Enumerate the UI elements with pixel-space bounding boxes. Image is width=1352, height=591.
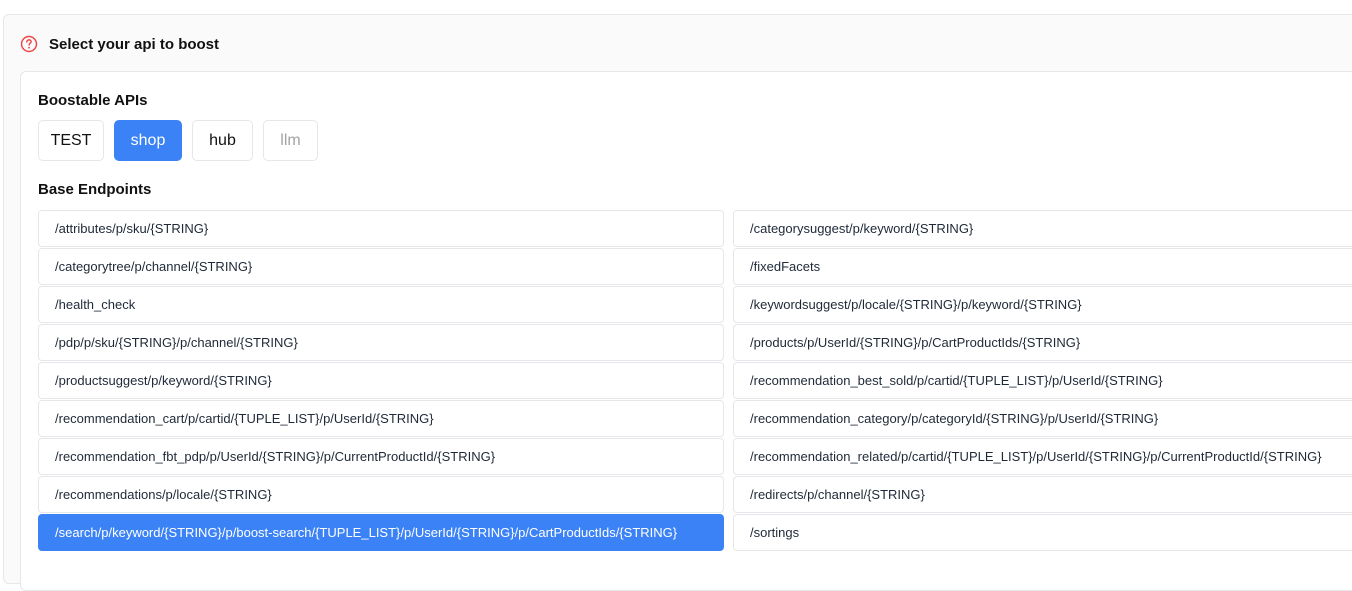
boost-api-card: Select your api to boost Boostable APIs … bbox=[3, 14, 1352, 591]
endpoint-item[interactable]: /health_check bbox=[38, 286, 724, 323]
api-selection-panel: Boostable APIs TEST shop hub llm Base En… bbox=[20, 71, 1352, 591]
endpoint-list: /attributes/p/sku/{STRING} /categorysugg… bbox=[38, 210, 1352, 551]
endpoint-item[interactable]: /productsuggest/p/keyword/{STRING} bbox=[38, 362, 724, 399]
api-button-test[interactable]: TEST bbox=[38, 120, 104, 161]
endpoint-item[interactable]: /products/p/UserId/{STRING}/p/CartProduc… bbox=[733, 324, 1352, 361]
endpoint-item[interactable]: /recommendation_best_sold/p/cartid/{TUPL… bbox=[733, 362, 1352, 399]
endpoint-item[interactable]: /sortings bbox=[733, 514, 1352, 551]
boostable-apis-label: Boostable APIs bbox=[38, 92, 148, 109]
endpoint-item[interactable]: /recommendation_category/p/categoryId/{S… bbox=[733, 400, 1352, 437]
base-endpoints-label: Base Endpoints bbox=[38, 181, 152, 198]
endpoint-item[interactable]: /recommendations/p/locale/{STRING} bbox=[38, 476, 724, 513]
help-circle-icon[interactable] bbox=[20, 35, 38, 53]
endpoint-item[interactable]: /recommendation_cart/p/cartid/{TUPLE_LIS… bbox=[38, 400, 724, 437]
endpoint-item[interactable]: /recommendation_fbt_pdp/p/UserId/{STRING… bbox=[38, 438, 724, 475]
endpoint-item[interactable]: /fixedFacets bbox=[733, 248, 1352, 285]
endpoint-item[interactable]: /recommendation_related/p/cartid/{TUPLE_… bbox=[733, 438, 1352, 475]
endpoint-item[interactable]: /redirects/p/channel/{STRING} bbox=[733, 476, 1352, 513]
card-title: Select your api to boost bbox=[49, 35, 220, 53]
api-button-shop[interactable]: shop bbox=[114, 120, 182, 161]
endpoint-item[interactable]: /categorysuggest/p/keyword/{STRING} bbox=[733, 210, 1352, 247]
endpoint-item[interactable]: /attributes/p/sku/{STRING} bbox=[38, 210, 724, 247]
endpoint-item[interactable]: /pdp/p/sku/{STRING}/p/channel/{STRING} bbox=[38, 324, 724, 361]
api-button-group: TEST shop hub llm bbox=[38, 120, 318, 161]
endpoint-item[interactable]: /keywordsuggest/p/locale/{STRING}/p/keyw… bbox=[733, 286, 1352, 323]
api-button-llm: llm bbox=[263, 120, 318, 161]
api-button-hub[interactable]: hub bbox=[192, 120, 253, 161]
endpoint-item-selected[interactable]: /search/p/keyword/{STRING}/p/boost-searc… bbox=[38, 514, 724, 551]
endpoint-item[interactable]: /categorytree/p/channel/{STRING} bbox=[38, 248, 724, 285]
card-header: Select your api to boost bbox=[20, 33, 219, 55]
